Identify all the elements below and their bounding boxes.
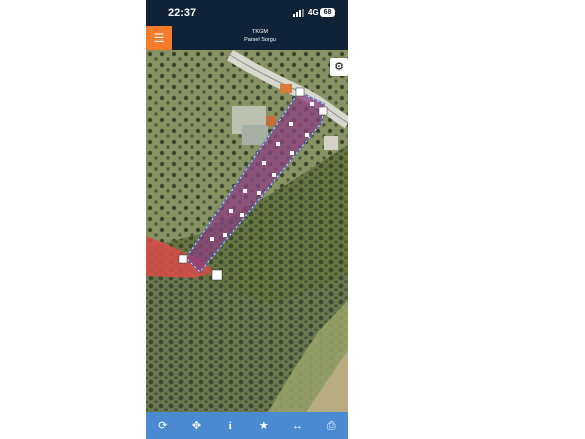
app-header: ☰ TKGM Parsel Sorgu (146, 26, 348, 50)
parcel-vertex-handle[interactable] (318, 106, 328, 116)
parcel-vertex-handle[interactable] (295, 87, 305, 97)
parcel-edge-point[interactable] (210, 237, 214, 241)
page-title: TKGM Parsel Sorgu (176, 29, 344, 44)
refresh-icon: ⟳ (158, 419, 168, 432)
parcel-edge-point[interactable] (272, 173, 276, 177)
gear-icon: ⚙ (334, 61, 344, 73)
parcel-edge-point[interactable] (240, 213, 244, 217)
hamburger-icon: ☰ (153, 31, 165, 45)
print-button[interactable]: ⎙ (319, 414, 343, 438)
measure-icon: ↔ (291, 419, 303, 432)
parcel-edge-point[interactable] (229, 209, 233, 213)
parcel-edge-point[interactable] (243, 189, 247, 193)
network-type: 4G (308, 8, 319, 17)
info-icon: i (228, 419, 232, 432)
parcel-edge-point[interactable] (289, 122, 293, 126)
app-title: TKGM (252, 29, 268, 35)
locate-button[interactable]: ✥ (184, 414, 208, 438)
parcel-edge-point[interactable] (310, 102, 314, 106)
map-view[interactable] (146, 50, 348, 412)
signal-icon (293, 9, 305, 17)
battery-icon: 68 (320, 8, 335, 17)
phone-screen: 22:37 4G 68 ☰ TKGM Parsel Sorgu ⚙ ⟳ ✥ i … (146, 0, 348, 439)
menu-button[interactable]: ☰ (146, 26, 172, 50)
bottom-toolbar: ⟳ ✥ i ★ ↔ ⎙ (146, 412, 348, 439)
orange-roof (280, 84, 292, 93)
roadside-building (324, 136, 338, 150)
parcel-vertex-handle[interactable] (178, 254, 188, 264)
red-roof (266, 116, 276, 126)
star-icon: ★ (258, 419, 269, 432)
parcel-edge-point[interactable] (257, 191, 261, 195)
parcel-edge-point[interactable] (290, 151, 294, 155)
parcel-edge-point[interactable] (223, 233, 227, 237)
parcel-edge-point[interactable] (305, 133, 309, 137)
crosshair-icon: ✥ (191, 419, 202, 432)
parcel-edge-point[interactable] (276, 142, 280, 146)
status-bar: 22:37 4G 68 (146, 0, 348, 26)
parcel-edge-point[interactable] (262, 161, 266, 165)
refresh-button[interactable]: ⟳ (151, 414, 175, 438)
print-icon: ⎙ (326, 419, 336, 432)
app-subtitle: Parsel Sorgu (244, 36, 276, 43)
clock: 22:37 (168, 7, 197, 19)
measure-button[interactable]: ↔ (285, 414, 309, 438)
info-button[interactable]: i (218, 414, 242, 438)
satellite-map[interactable] (146, 50, 348, 412)
favorite-button[interactable]: ★ (252, 414, 276, 438)
parcel-vertex-handle[interactable] (211, 269, 223, 281)
settings-button[interactable]: ⚙ (330, 58, 348, 76)
